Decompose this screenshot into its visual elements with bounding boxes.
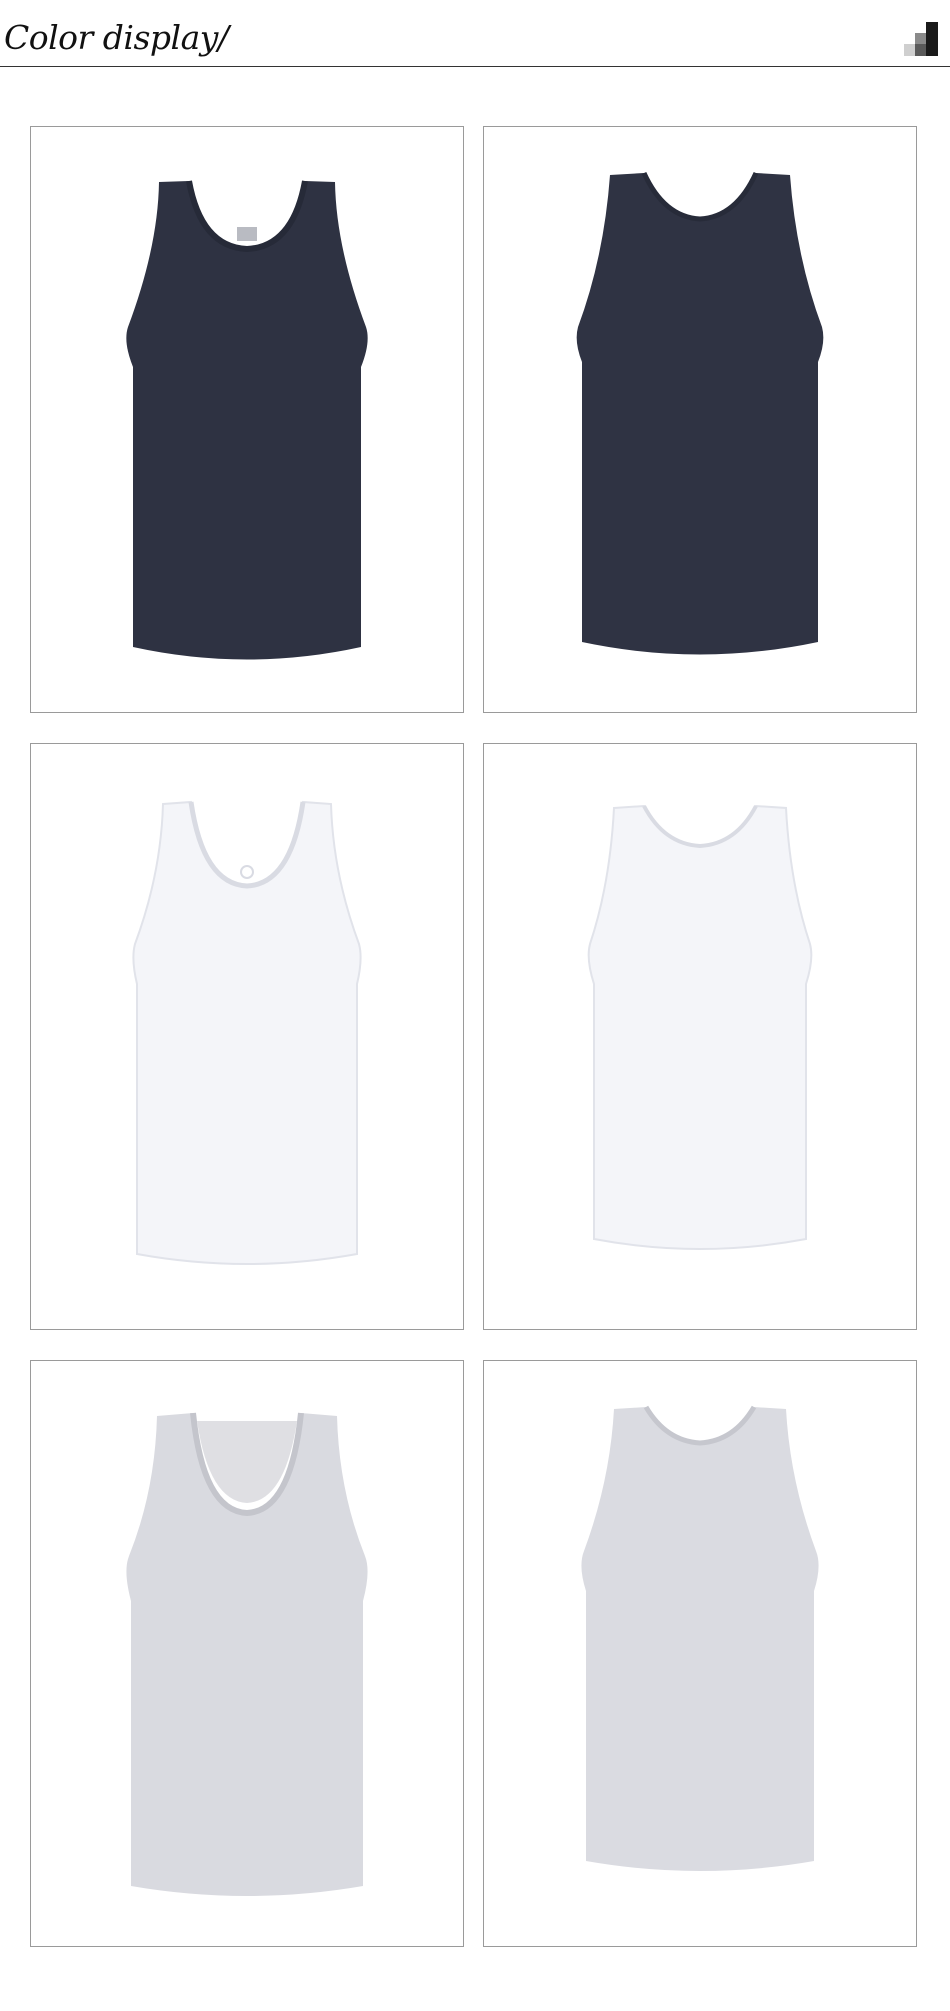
tank-top-back-grey: [581, 1405, 819, 1871]
navy-tank-back-image: [483, 126, 917, 713]
product-color-gallery: [0, 0, 950, 2011]
grey-tank-back-image: [483, 1360, 917, 1947]
tank-top-back-navy: [576, 171, 824, 655]
tank-top-back-white: [587, 804, 813, 1250]
tank-top-front-navy: [126, 180, 368, 660]
tank-top-front-white: [132, 800, 362, 1265]
white-tank-front-image: [30, 743, 464, 1330]
grey-tank-front-image: [30, 1360, 464, 1947]
tank-top-front-grey: [126, 1412, 368, 1896]
white-tank-back-image: [483, 743, 917, 1330]
navy-tank-front-image: [30, 126, 464, 713]
